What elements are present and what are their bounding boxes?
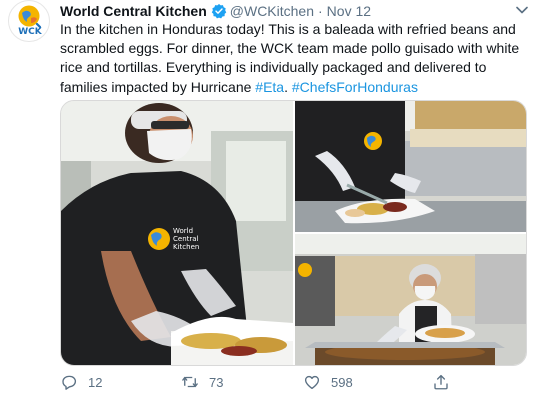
avatar-label: WCK: [18, 27, 42, 37]
media-grid: World Central Kitchen: [60, 100, 527, 366]
apron-text: Kitchen: [173, 243, 199, 251]
tweet-text-line: rice and tortillas. Everything is indivi…: [60, 59, 487, 76]
photo-kitchen-workers[interactable]: [295, 234, 526, 365]
photo-chef-packing-food[interactable]: World Central Kitchen: [61, 101, 293, 365]
chevron-down-icon[interactable]: [516, 6, 528, 14]
hashtag-chefsforhonduras[interactable]: #ChefsForHonduras: [292, 79, 418, 95]
tweet-text: In the kitchen in Honduras today! This i…: [60, 20, 536, 97]
tweet-header: World Central Kitchen @WCKitchen · Nov 1…: [60, 1, 371, 21]
like-count: 598: [331, 374, 353, 390]
retweet-count: 73: [209, 374, 224, 390]
tweet-text-segment: families impacted by Hurricane: [60, 78, 256, 95]
photo-serving-tray[interactable]: [295, 101, 526, 232]
share-icon: [434, 374, 448, 390]
retweet-icon: [181, 376, 199, 388]
retweet-button[interactable]: 73: [181, 372, 223, 392]
verified-badge-icon: [211, 4, 227, 19]
tweet-actions: 12 73 598: [60, 372, 480, 392]
reply-button[interactable]: 12: [60, 372, 102, 392]
header-separator: ·: [318, 3, 323, 19]
author-name[interactable]: World Central Kitchen: [60, 3, 207, 19]
apron-text: World: [173, 227, 193, 235]
tweet-date[interactable]: Nov 12: [327, 3, 371, 19]
hashtag-eta[interactable]: #Eta: [255, 79, 284, 95]
tweet-text-line: In the kitchen in Honduras today! This i…: [60, 21, 516, 37]
like-button[interactable]: 598: [303, 372, 353, 392]
heart-icon: [304, 375, 320, 390]
reply-count: 12: [88, 374, 103, 390]
tweet-text-segment: .: [284, 78, 292, 95]
tweet[interactable]: WCK World Central Kitchen @WCKitchen · N…: [0, 0, 542, 400]
tweet-text-line: scrambled eggs. For dinner, the WCK team…: [60, 40, 520, 57]
reply-icon: [62, 375, 77, 390]
wck-logo-icon: [18, 5, 41, 28]
apron-text: Central: [173, 235, 199, 243]
share-button[interactable]: [432, 372, 460, 392]
tweet-text-line: families impacted by Hurricane #Eta. #Ch…: [60, 78, 536, 97]
avatar[interactable]: WCK: [8, 0, 50, 42]
author-handle[interactable]: @WCKitchen: [230, 3, 314, 19]
